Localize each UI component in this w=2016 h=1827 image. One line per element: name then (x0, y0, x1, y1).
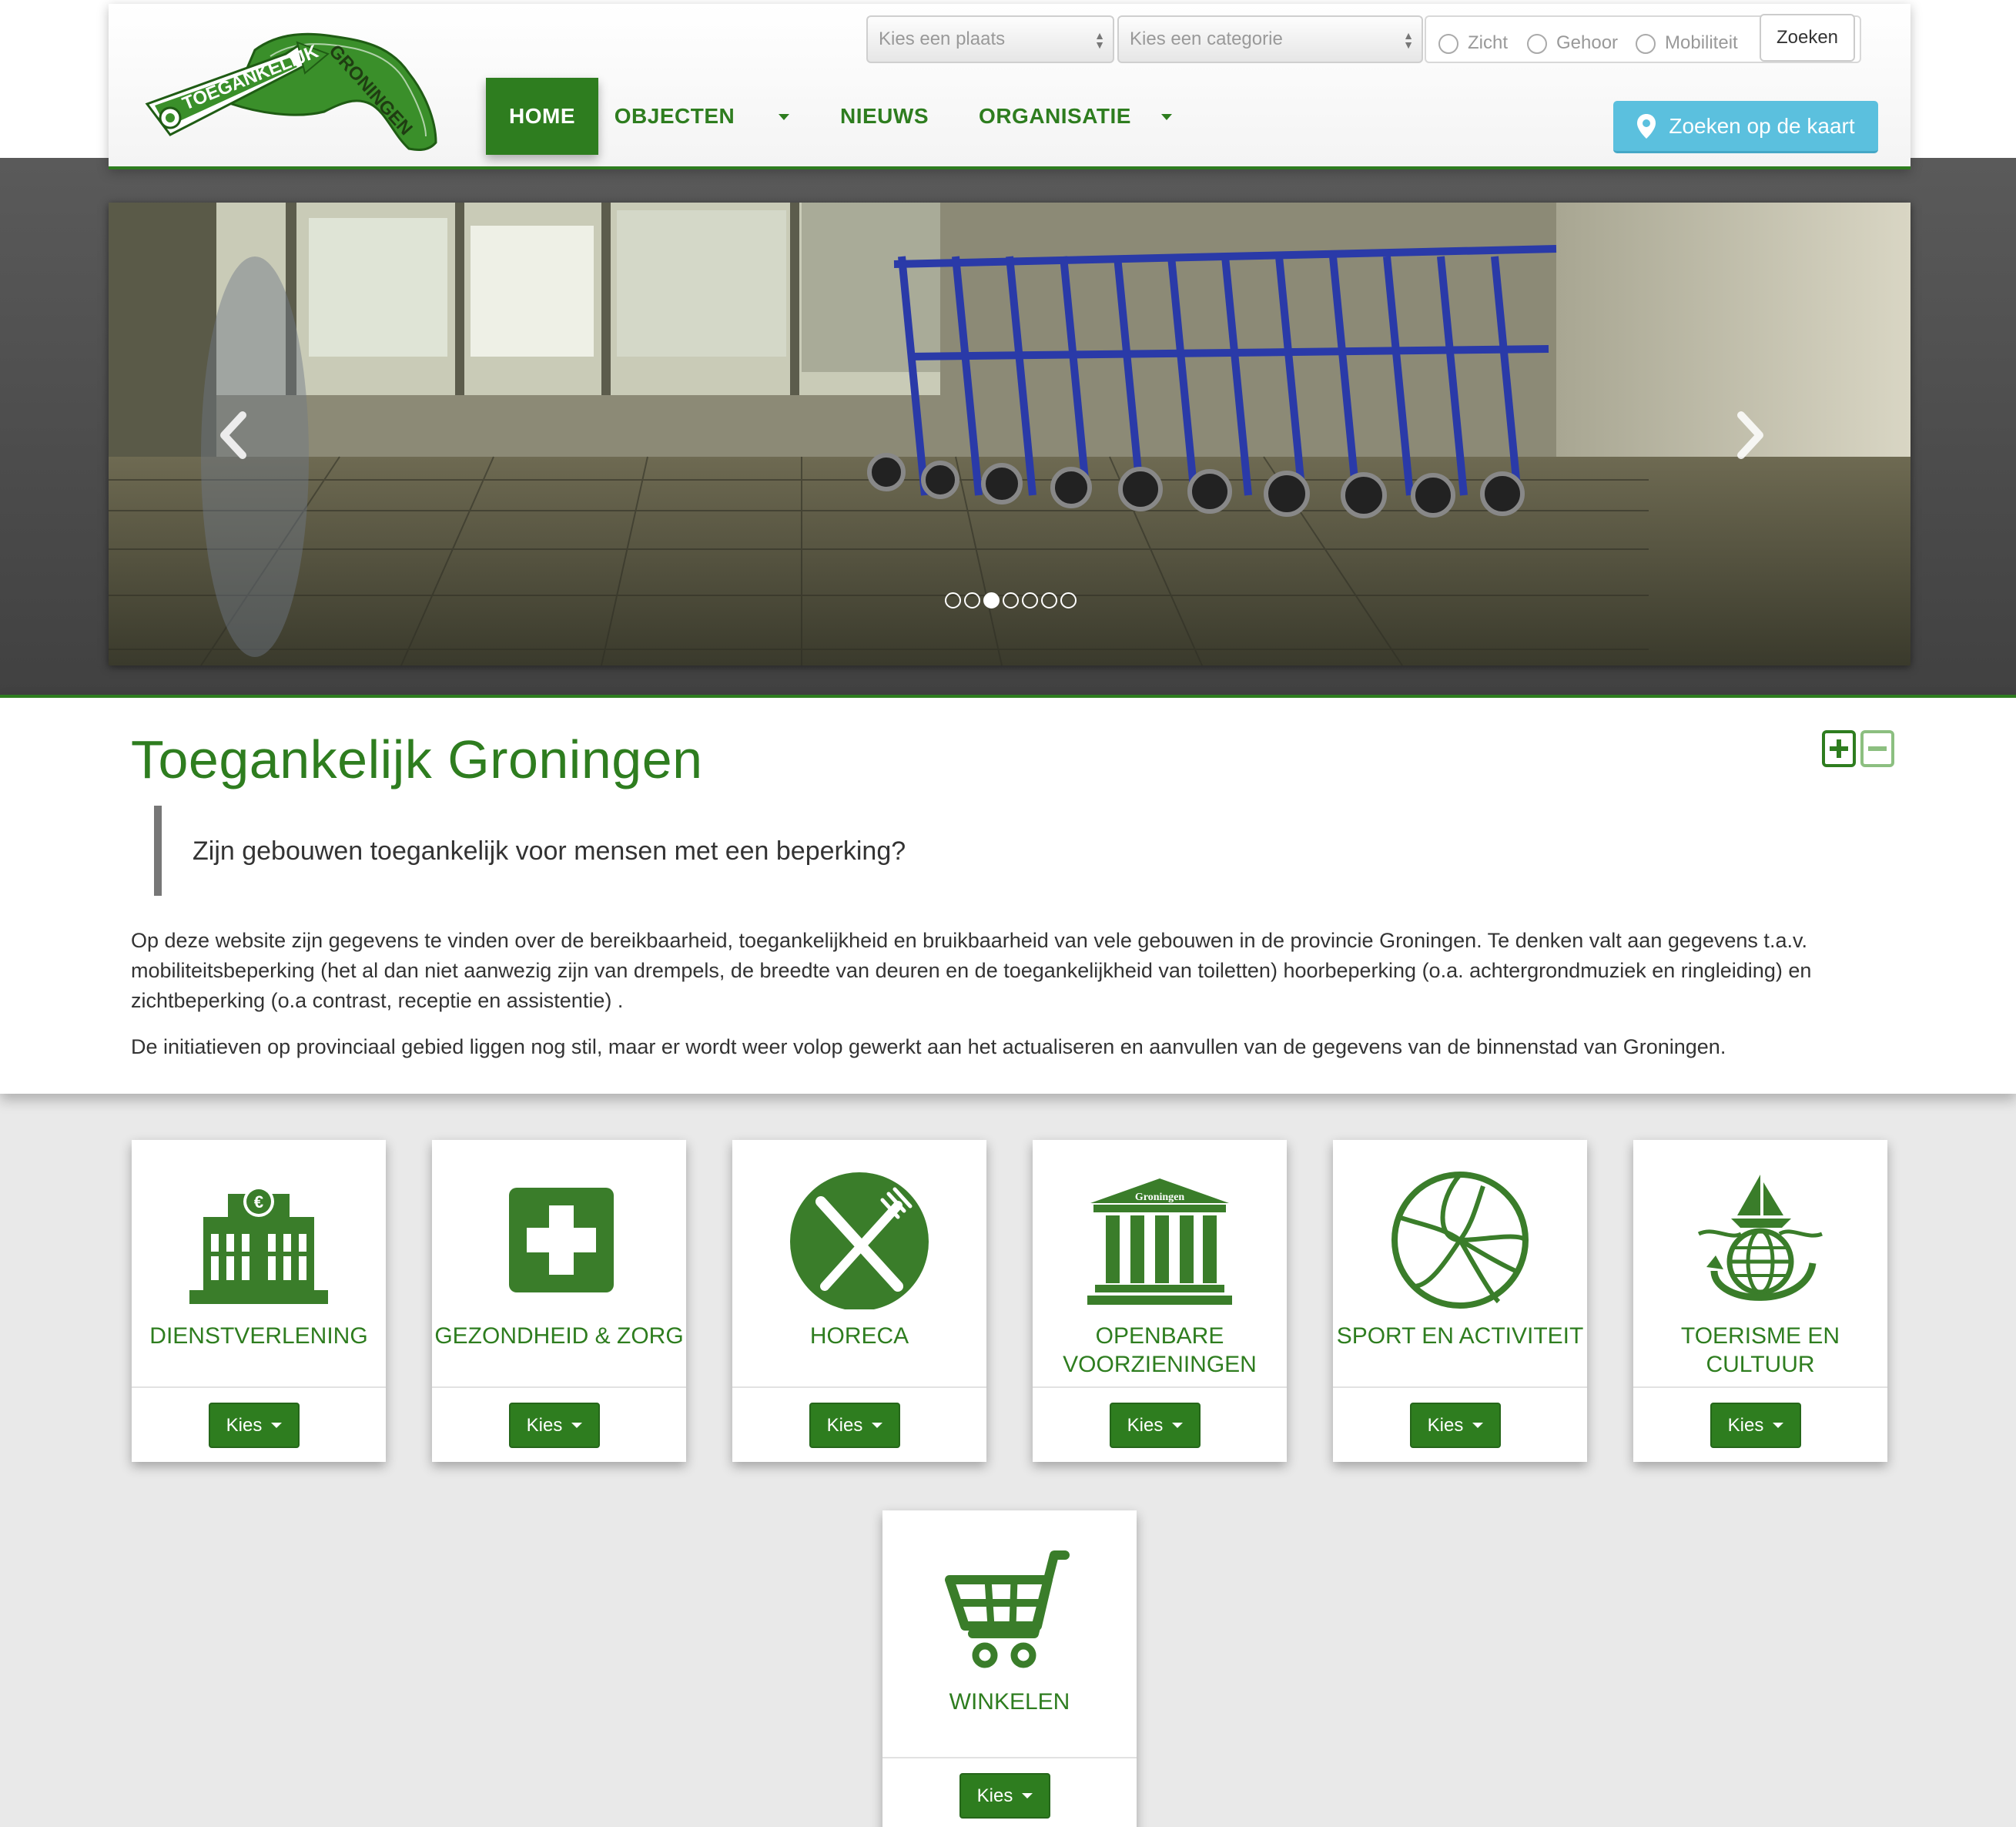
carousel-dot[interactable] (1041, 592, 1057, 608)
site-header: TOEGANKELIJK GRONINGEN HOME OBJECTEN NIE… (109, 4, 1911, 169)
category-title: DIENSTVERLENING (149, 1323, 368, 1349)
carousel-dot[interactable] (1060, 592, 1077, 608)
kies-dropdown-button[interactable]: Kies (959, 1773, 1050, 1819)
kies-dropdown-button[interactable]: Kies (209, 1403, 300, 1448)
nav-organisatie[interactable]: ORGANISATIE (978, 78, 1132, 155)
map-search-label: Zoeken op de kaart (1669, 113, 1855, 138)
card-divider (1633, 1386, 1887, 1388)
radio-mobiliteit[interactable] (1636, 34, 1656, 54)
radio-mobiliteit-label: Mobiliteit (1665, 32, 1738, 53)
shopping-cart-icon (945, 1550, 1070, 1668)
fork-knife-icon (790, 1172, 929, 1309)
map-marker-icon (1637, 113, 1656, 139)
caret-down-icon (1472, 1423, 1484, 1428)
carousel-dot[interactable] (1003, 592, 1019, 608)
intro-section: Toegankelijk Groningen Zijn gebouwen toe… (0, 695, 2016, 1094)
kies-dropdown-button[interactable]: Kies (1410, 1403, 1501, 1448)
carousel-dot[interactable] (964, 592, 980, 608)
category-title: HORECA (809, 1323, 909, 1349)
category-card-toerisme-cultuur: TOERISME EN CULTUUR Kies (1633, 1140, 1887, 1462)
site-logo[interactable]: TOEGANKELIJK GRONINGEN (139, 19, 447, 158)
card-divider (1033, 1386, 1287, 1388)
volleyball-icon (1391, 1172, 1529, 1309)
category-card-gezondheid-zorg: GEZONDHEID & ZORG Kies (432, 1140, 686, 1462)
place-select-value: Kies een plaats (879, 28, 1006, 49)
svg-text:€: € (254, 1192, 263, 1212)
town-hall-icon: Groningen (1087, 1178, 1232, 1305)
card-divider (432, 1386, 686, 1388)
kies-label: Kies (1727, 1414, 1764, 1436)
kies-dropdown-button[interactable]: Kies (509, 1403, 600, 1448)
carousel-dot[interactable] (983, 592, 1000, 608)
intro-paragraph: Op deze website zijn gegevens te vinden … (131, 929, 1812, 1012)
intro-question: Zijn gebouwen toegankelijk voor mensen m… (193, 836, 906, 866)
card-divider (882, 1757, 1137, 1758)
blockquote-bar (154, 806, 162, 896)
carousel-indicators (945, 592, 1077, 608)
category-title: SPORT EN ACTIVITEIT (1336, 1323, 1584, 1349)
town-hall-label: Groningen (1135, 1192, 1185, 1203)
radio-zicht-label: Zicht (1468, 32, 1509, 53)
card-divider (1333, 1386, 1587, 1388)
category-select[interactable]: Kies een categorie ▲ ▼ (1117, 15, 1423, 63)
card-divider (732, 1386, 986, 1388)
radio-gehoor-label: Gehoor (1556, 32, 1619, 53)
category-title: OPENBARE VOORZIENINGEN (1063, 1323, 1257, 1377)
select-arrows-icon: ▲ ▼ (1403, 29, 1414, 51)
card-divider (132, 1386, 386, 1388)
kies-dropdown-button[interactable]: Kies (1710, 1403, 1801, 1448)
nav-nieuws[interactable]: NIEUWS (836, 78, 933, 155)
category-card-winkelen: WINKELEN Kies (882, 1510, 1137, 1827)
category-card-sport-activiteit: SPORT EN ACTIVITEIT Kies (1333, 1140, 1587, 1462)
page-title: Toegankelijk Groningen (131, 729, 703, 789)
medical-cross-icon (509, 1188, 614, 1292)
caret-down-icon (872, 1423, 883, 1428)
map-search-button[interactable]: Zoeken op de kaart (1613, 101, 1878, 153)
category-title: GEZONDHEID & ZORG (434, 1323, 684, 1349)
kies-label: Kies (526, 1414, 563, 1436)
select-arrows-icon: ▲ ▼ (1094, 29, 1105, 51)
bank-building-icon: € (189, 1186, 328, 1304)
caret-down-icon (571, 1423, 583, 1428)
category-card-openbare-voorzieningen: Groningen OPENBARE VOORZIENINGEN Kies (1033, 1140, 1287, 1462)
category-title: TOERISME EN CULTUUR (1680, 1323, 1840, 1377)
category-title: WINKELEN (949, 1689, 1070, 1715)
text-enlarge-icon[interactable] (1822, 730, 1856, 767)
carousel-dot[interactable] (945, 592, 961, 608)
caret-down-icon (1773, 1423, 1784, 1428)
kies-label: Kies (976, 1785, 1013, 1806)
kies-dropdown-button[interactable]: Kies (1110, 1403, 1201, 1448)
radio-zicht[interactable] (1438, 34, 1458, 54)
carousel-next-icon[interactable] (1733, 411, 1767, 460)
place-select[interactable]: Kies een plaats ▲ ▼ (866, 15, 1114, 63)
kies-label: Kies (826, 1414, 863, 1436)
kies-label: Kies (1127, 1414, 1164, 1436)
category-card-horeca: HORECA Kies (732, 1140, 986, 1462)
carousel-dot[interactable] (1022, 592, 1038, 608)
text-shrink-icon[interactable] (1860, 730, 1894, 767)
category-card-dienstverlening: € DIENSTVERLENING Kies (132, 1140, 386, 1462)
category-select-value: Kies een categorie (1130, 28, 1283, 49)
caret-down-icon (1022, 1793, 1033, 1799)
kies-label: Kies (226, 1414, 263, 1436)
kies-dropdown-button[interactable]: Kies (809, 1403, 900, 1448)
chevron-down-icon[interactable] (779, 114, 789, 120)
search-button[interactable]: Zoeken (1760, 14, 1855, 62)
caret-down-icon (271, 1423, 283, 1428)
chevron-down-icon[interactable] (1161, 114, 1172, 120)
kies-label: Kies (1427, 1414, 1464, 1436)
nav-objecten[interactable]: OBJECTEN (615, 78, 735, 155)
image-carousel (109, 203, 1911, 665)
caret-down-icon (1172, 1423, 1184, 1428)
nav-home[interactable]: HOME (486, 78, 598, 155)
intro-paragraph: De initiatieven op provinciaal gebied li… (131, 1035, 1726, 1058)
radio-gehoor[interactable] (1527, 34, 1547, 54)
carousel-prev-icon[interactable] (216, 411, 250, 460)
globe-boat-icon (1697, 1175, 1823, 1301)
